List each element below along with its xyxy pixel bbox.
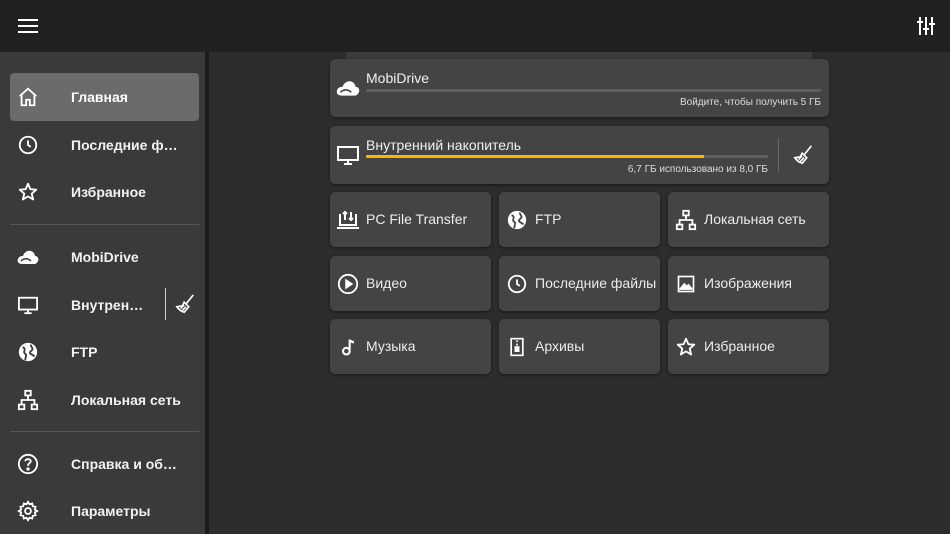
sidebar-item-mobidrive[interactable]: MobiDrive <box>10 233 199 281</box>
tile-label: Архивы <box>535 338 585 354</box>
tile-label: Музыка <box>366 338 416 354</box>
tile-video[interactable]: Видео <box>330 256 491 311</box>
tile-label: Локальная сеть <box>704 211 806 227</box>
image-icon <box>674 272 698 296</box>
menu-button[interactable] <box>10 8 46 44</box>
storage-progress-bar <box>366 89 821 92</box>
sidebar-item-internal-storage[interactable]: Внутренний накопитель <box>10 281 160 329</box>
card-separator <box>778 138 779 172</box>
broom-icon <box>175 294 194 314</box>
tile-images[interactable]: Изображения <box>668 256 829 311</box>
tile-recent-files[interactable]: Последние файлы <box>499 256 660 311</box>
sidebar-item-label: MobiDrive <box>71 249 139 265</box>
sidebar-item-label: Локальная сеть <box>71 392 181 408</box>
home-icon <box>16 85 40 109</box>
internal-storage-card[interactable]: Внутренний накопитель 6,7 ГБ использован… <box>330 126 829 184</box>
settings-icon <box>16 499 40 523</box>
tile-label: Видео <box>366 275 407 291</box>
drawer-edge <box>205 52 209 534</box>
storage-progress-bar <box>366 155 768 158</box>
network-icon <box>674 208 698 232</box>
sidebar-clean-button[interactable] <box>172 290 200 318</box>
sidebar-separator <box>165 288 166 320</box>
tile-archives[interactable]: Архивы <box>499 319 660 374</box>
sidebar-item-ftp[interactable]: FTP <box>10 328 199 376</box>
tile-label: FTP <box>535 211 562 227</box>
hamburger-menu-icon <box>18 19 38 33</box>
sidebar-item-label: Главная <box>71 89 128 105</box>
sidebar-item-label: Последние файлы <box>71 137 181 153</box>
tile-label: Последние файлы <box>535 275 657 291</box>
monitor-icon <box>335 142 361 168</box>
clock-icon <box>505 272 529 296</box>
sidebar-item-label: Справка и обратная связь <box>71 456 181 472</box>
storage-subtitle: 6,7 ГБ использовано из 8,0 ГБ <box>627 164 768 175</box>
sidebar-item-help[interactable]: Справка и обратная связь <box>10 440 199 488</box>
sidebar-item-home[interactable]: Главная <box>10 73 199 121</box>
tile-local-network[interactable]: Локальная сеть <box>668 192 829 247</box>
sidebar-item-local-network[interactable]: Локальная сеть <box>10 376 199 424</box>
globe-icon <box>505 208 529 232</box>
tile-pc-file-transfer[interactable]: PC File Transfer <box>330 192 491 247</box>
sidebar-divider <box>10 224 199 225</box>
broom-icon <box>793 145 812 165</box>
tile-music[interactable]: Музыка <box>330 319 491 374</box>
sidebar-item-settings[interactable]: Параметры <box>10 487 199 534</box>
star-icon <box>16 180 40 204</box>
tile-label: Изображения <box>704 275 792 291</box>
storage-clean-button[interactable] <box>791 142 817 168</box>
sidebar-item-label: FTP <box>71 344 98 360</box>
storage-title: MobiDrive <box>366 70 430 86</box>
play-icon <box>336 272 360 296</box>
sidebar-item-label: Параметры <box>71 503 151 519</box>
equalizer-icon <box>917 17 935 35</box>
cloud-icon <box>335 75 361 101</box>
cloud-icon <box>16 245 40 269</box>
tile-label: PC File Transfer <box>366 211 468 227</box>
network-icon <box>16 388 40 412</box>
mobidrive-card[interactable]: MobiDrive Войдите, чтобы получить 5 ГБ <box>330 59 829 117</box>
music-note-icon <box>336 335 360 359</box>
tile-label: Избранное <box>704 338 775 354</box>
storage-subtitle: Войдите, чтобы получить 5 ГБ <box>679 97 821 108</box>
star-icon <box>674 335 698 359</box>
sidebar-item-favorites[interactable]: Избранное <box>10 168 199 216</box>
sidebar-divider <box>10 431 199 432</box>
monitor-icon <box>16 293 40 317</box>
pc-transfer-icon <box>336 208 360 232</box>
sidebar-item-recent[interactable]: Последние файлы <box>10 121 199 169</box>
archive-icon <box>505 335 529 359</box>
tile-favorites[interactable]: Избранное <box>668 319 829 374</box>
view-settings-button[interactable] <box>908 8 944 44</box>
storage-title: Внутренний накопитель <box>366 137 522 153</box>
navigation-drawer: Главная Последние файлы Избранное MobiDr… <box>0 52 206 534</box>
top-app-bar <box>0 0 950 52</box>
clock-icon <box>16 133 40 157</box>
help-icon <box>16 452 40 476</box>
sidebar-item-label: Избранное <box>71 184 146 200</box>
globe-icon <box>16 340 40 364</box>
sidebar-item-label: Внутренний накопитель <box>71 297 149 313</box>
tile-ftp[interactable]: FTP <box>499 192 660 247</box>
